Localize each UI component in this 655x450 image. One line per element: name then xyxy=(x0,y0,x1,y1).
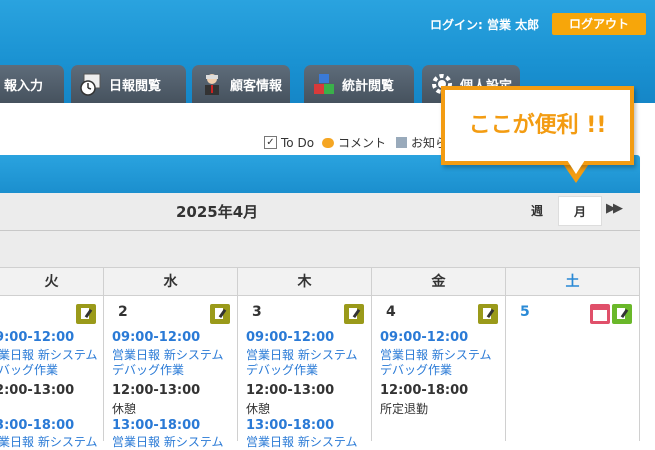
tab-label: 日報閲覧 xyxy=(109,78,162,94)
edit-report-icon[interactable] xyxy=(344,304,364,324)
checkbox-icon: ✓ xyxy=(264,136,277,149)
event-desc[interactable]: 営業日報 新システム xyxy=(246,435,364,450)
day-number: 4 xyxy=(386,304,396,320)
day-cell[interactable]: 2 09:00-12:00 営業日報 新システム デバッグ作業 12:00-13… xyxy=(104,296,238,449)
event-time[interactable]: 09:00-12:00 xyxy=(246,330,334,345)
legend: ✓ To Do コメント お知らせ xyxy=(264,134,459,151)
next-month-button[interactable]: ▶▶ xyxy=(606,201,623,216)
weekday-wed: 水 xyxy=(104,268,238,296)
event-time[interactable]: 13:00-18:00 xyxy=(246,418,334,433)
tab-customer-info[interactable]: 顧客情報 xyxy=(192,65,290,103)
blocks-icon xyxy=(312,72,336,96)
event-time[interactable]: 09:00-12:00 xyxy=(112,330,200,345)
event-time: 12:00-13:00 xyxy=(0,383,75,398)
tab-label: 統計閲覧 xyxy=(342,78,395,94)
event-desc[interactable]: 営業日報 新システム デバッグ作業 xyxy=(246,348,364,378)
day-cell[interactable]: 09:00-12:00 営業日報 新システム デバッグ作業 12:00-13:0… xyxy=(0,296,104,449)
event-desc[interactable]: 営業日報 新システム デバッグ作業 xyxy=(112,348,230,378)
calendar-icon[interactable] xyxy=(590,304,610,324)
day-number: 2 xyxy=(118,304,128,320)
event-desc[interactable]: 営業日報 新システム xyxy=(112,435,230,450)
event-desc: 休憩 xyxy=(112,402,137,416)
day-number: 3 xyxy=(252,304,262,320)
edit-report-icon[interactable] xyxy=(210,304,230,324)
event-desc[interactable]: 営業日報 新システム デバッグ作業 xyxy=(0,348,98,378)
edit-report-icon[interactable] xyxy=(76,304,96,324)
day-cell-saturday[interactable]: 5 xyxy=(506,296,640,441)
event-time: 12:00-13:00 xyxy=(112,383,201,398)
week-view-button[interactable]: 週 xyxy=(522,198,552,224)
event-time[interactable]: 09:00-12:00 xyxy=(0,330,74,345)
notice-icon xyxy=(396,137,408,148)
tab-label: 報入力 xyxy=(4,78,44,94)
weekday-thu: 木 xyxy=(238,268,372,296)
event-time[interactable]: 09:00-12:00 xyxy=(380,330,468,345)
event-desc[interactable]: 営業日報 新システム デバッグ作業 xyxy=(380,348,498,378)
person-icon xyxy=(200,72,224,96)
weekday-tue: 火 xyxy=(0,268,104,296)
event-time: 12:00-18:00 xyxy=(380,383,469,398)
edit-report-icon[interactable] xyxy=(478,304,498,324)
clock-icon xyxy=(79,72,103,96)
legend-comment: コメント xyxy=(338,136,387,150)
event-time: 12:00-13:00 xyxy=(246,383,335,398)
comment-icon xyxy=(322,137,335,148)
edit-report-icon[interactable] xyxy=(612,304,632,324)
tab-report-view[interactable]: 日報閲覧 xyxy=(71,65,186,103)
callout-box: ここが便利 !! xyxy=(441,86,634,165)
day-cell[interactable]: 4 09:00-12:00 営業日報 新システム デバッグ作業 12:00-18… xyxy=(372,296,506,441)
weekday-fri: 金 xyxy=(372,268,506,296)
callout-pointer-inner xyxy=(567,160,585,174)
month-title: 2025年4月 xyxy=(176,203,259,221)
calendar-subheader xyxy=(0,231,640,268)
day-cell[interactable]: 3 09:00-12:00 営業日報 新システム デバッグ作業 12:00-13… xyxy=(238,296,372,449)
event-time[interactable]: 13:00-18:00 xyxy=(0,418,74,433)
event-desc: 所定退勤 xyxy=(380,402,429,416)
login-user-text: ログイン: 営業 太郎 xyxy=(430,18,540,32)
event-desc[interactable]: 営業日報 新システム xyxy=(0,435,98,450)
logout-button[interactable]: ログアウト xyxy=(552,13,646,35)
weekday-sat: 土 xyxy=(506,268,640,296)
legend-todo: To Do xyxy=(281,135,315,150)
month-view-button[interactable]: 月 xyxy=(558,196,602,226)
tab-report-input[interactable]: 報入力 xyxy=(0,65,64,103)
event-desc: 休憩 xyxy=(246,402,271,416)
tab-statistics[interactable]: 統計閲覧 xyxy=(304,65,414,103)
event-time[interactable]: 13:00-18:00 xyxy=(112,418,200,433)
tab-label: 顧客情報 xyxy=(230,78,283,94)
day-number: 5 xyxy=(520,304,530,320)
